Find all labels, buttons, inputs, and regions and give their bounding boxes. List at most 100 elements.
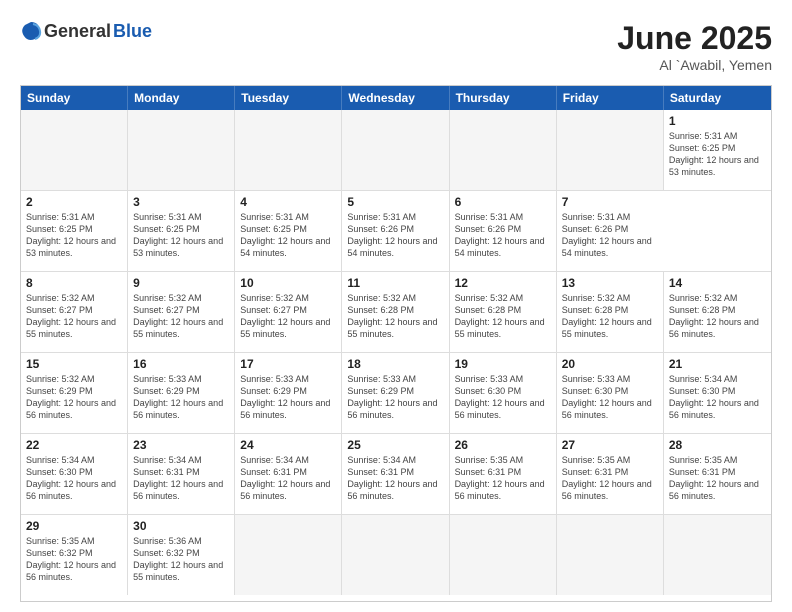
header-saturday: Saturday: [664, 86, 771, 110]
day-number: 23: [133, 438, 229, 452]
day-number: 5: [347, 195, 443, 209]
day-number: 20: [562, 357, 658, 371]
day-number: 15: [26, 357, 122, 371]
day-info: Sunrise: 5:31 AM Sunset: 6:26 PM Dayligh…: [562, 211, 659, 260]
header-sunday: Sunday: [21, 86, 128, 110]
day-info: Sunrise: 5:31 AM Sunset: 6:26 PM Dayligh…: [455, 211, 551, 260]
day-info: Sunrise: 5:34 AM Sunset: 6:31 PM Dayligh…: [133, 454, 229, 503]
day-number: 27: [562, 438, 658, 452]
header-tuesday: Tuesday: [235, 86, 342, 110]
empty-cell-w0-d5: [557, 110, 664, 190]
day-cell-19: 19 Sunrise: 5:33 AM Sunset: 6:30 PM Dayl…: [450, 353, 557, 433]
day-info: Sunrise: 5:34 AM Sunset: 6:31 PM Dayligh…: [240, 454, 336, 503]
day-info: Sunrise: 5:34 AM Sunset: 6:30 PM Dayligh…: [669, 373, 766, 422]
day-cell-16: 16 Sunrise: 5:33 AM Sunset: 6:29 PM Dayl…: [128, 353, 235, 433]
day-number: 25: [347, 438, 443, 452]
day-cell-6: 6 Sunrise: 5:31 AM Sunset: 6:26 PM Dayli…: [450, 191, 557, 271]
empty-cell-w5-d5: [557, 515, 664, 595]
day-info: Sunrise: 5:32 AM Sunset: 6:27 PM Dayligh…: [133, 292, 229, 341]
day-number: 2: [26, 195, 122, 209]
empty-cell-w5-d3: [342, 515, 449, 595]
day-number: 11: [347, 276, 443, 290]
day-cell-28: 28 Sunrise: 5:35 AM Sunset: 6:31 PM Dayl…: [664, 434, 771, 514]
day-number: 26: [455, 438, 551, 452]
day-number: 29: [26, 519, 122, 533]
calendar-body: 1 Sunrise: 5:31 AM Sunset: 6:25 PM Dayli…: [21, 110, 771, 595]
day-number: 1: [669, 114, 766, 128]
day-info: Sunrise: 5:35 AM Sunset: 6:31 PM Dayligh…: [455, 454, 551, 503]
day-cell-3: 3 Sunrise: 5:31 AM Sunset: 6:25 PM Dayli…: [128, 191, 235, 271]
day-info: Sunrise: 5:32 AM Sunset: 6:27 PM Dayligh…: [240, 292, 336, 341]
empty-cell-w5-d2: [235, 515, 342, 595]
empty-cell-w0-d0: [21, 110, 128, 190]
day-number: 12: [455, 276, 551, 290]
day-cell-20: 20 Sunrise: 5:33 AM Sunset: 6:30 PM Dayl…: [557, 353, 664, 433]
week-row-1: 1 Sunrise: 5:31 AM Sunset: 6:25 PM Dayli…: [21, 110, 771, 191]
day-cell-17: 17 Sunrise: 5:33 AM Sunset: 6:29 PM Dayl…: [235, 353, 342, 433]
day-info: Sunrise: 5:35 AM Sunset: 6:32 PM Dayligh…: [26, 535, 122, 584]
day-cell-29: 29 Sunrise: 5:35 AM Sunset: 6:32 PM Dayl…: [21, 515, 128, 595]
day-number: 30: [133, 519, 229, 533]
day-cell-22: 22 Sunrise: 5:34 AM Sunset: 6:30 PM Dayl…: [21, 434, 128, 514]
logo: General Blue: [20, 20, 152, 42]
day-number: 8: [26, 276, 122, 290]
title-month: June 2025: [617, 20, 772, 57]
day-cell-12: 12 Sunrise: 5:32 AM Sunset: 6:28 PM Dayl…: [450, 272, 557, 352]
day-info: Sunrise: 5:31 AM Sunset: 6:25 PM Dayligh…: [669, 130, 766, 179]
header-thursday: Thursday: [450, 86, 557, 110]
day-info: Sunrise: 5:33 AM Sunset: 6:30 PM Dayligh…: [455, 373, 551, 422]
day-info: Sunrise: 5:32 AM Sunset: 6:28 PM Dayligh…: [562, 292, 658, 341]
day-cell-5: 5 Sunrise: 5:31 AM Sunset: 6:26 PM Dayli…: [342, 191, 449, 271]
logo-blue: Blue: [113, 21, 152, 42]
day-number: 7: [562, 195, 659, 209]
empty-cell-w0-d3: [342, 110, 449, 190]
day-info: Sunrise: 5:32 AM Sunset: 6:27 PM Dayligh…: [26, 292, 122, 341]
calendar: Sunday Monday Tuesday Wednesday Thursday…: [20, 85, 772, 602]
day-info: Sunrise: 5:33 AM Sunset: 6:29 PM Dayligh…: [347, 373, 443, 422]
day-cell-25: 25 Sunrise: 5:34 AM Sunset: 6:31 PM Dayl…: [342, 434, 449, 514]
day-cell-15: 15 Sunrise: 5:32 AM Sunset: 6:29 PM Dayl…: [21, 353, 128, 433]
day-number: 28: [669, 438, 766, 452]
day-cell-23: 23 Sunrise: 5:34 AM Sunset: 6:31 PM Dayl…: [128, 434, 235, 514]
day-number: 19: [455, 357, 551, 371]
day-info: Sunrise: 5:31 AM Sunset: 6:25 PM Dayligh…: [133, 211, 229, 260]
empty-cell-w5-d4: [450, 515, 557, 595]
day-number: 22: [26, 438, 122, 452]
day-info: Sunrise: 5:31 AM Sunset: 6:25 PM Dayligh…: [240, 211, 336, 260]
day-number: 17: [240, 357, 336, 371]
day-number: 6: [455, 195, 551, 209]
page: General Blue June 2025 Al `Awabil, Yemen…: [0, 0, 792, 612]
day-info: Sunrise: 5:31 AM Sunset: 6:26 PM Dayligh…: [347, 211, 443, 260]
day-cell-24: 24 Sunrise: 5:34 AM Sunset: 6:31 PM Dayl…: [235, 434, 342, 514]
day-info: Sunrise: 5:35 AM Sunset: 6:31 PM Dayligh…: [562, 454, 658, 503]
day-info: Sunrise: 5:33 AM Sunset: 6:29 PM Dayligh…: [240, 373, 336, 422]
day-cell-21: 21 Sunrise: 5:34 AM Sunset: 6:30 PM Dayl…: [664, 353, 771, 433]
day-info: Sunrise: 5:35 AM Sunset: 6:31 PM Dayligh…: [669, 454, 766, 503]
header-monday: Monday: [128, 86, 235, 110]
day-info: Sunrise: 5:31 AM Sunset: 6:25 PM Dayligh…: [26, 211, 122, 260]
day-cell-26: 26 Sunrise: 5:35 AM Sunset: 6:31 PM Dayl…: [450, 434, 557, 514]
title-location: Al `Awabil, Yemen: [617, 57, 772, 73]
day-number: 14: [669, 276, 766, 290]
empty-cell-w0-d1: [128, 110, 235, 190]
day-info: Sunrise: 5:34 AM Sunset: 6:31 PM Dayligh…: [347, 454, 443, 503]
day-number: 13: [562, 276, 658, 290]
day-cell-4: 4 Sunrise: 5:31 AM Sunset: 6:25 PM Dayli…: [235, 191, 342, 271]
week-row-2: 2 Sunrise: 5:31 AM Sunset: 6:25 PM Dayli…: [21, 191, 771, 272]
day-number: 10: [240, 276, 336, 290]
day-number: 9: [133, 276, 229, 290]
day-cell-14: 14 Sunrise: 5:32 AM Sunset: 6:28 PM Dayl…: [664, 272, 771, 352]
day-cell-8: 8 Sunrise: 5:32 AM Sunset: 6:27 PM Dayli…: [21, 272, 128, 352]
header-wednesday: Wednesday: [342, 86, 449, 110]
calendar-header: Sunday Monday Tuesday Wednesday Thursday…: [21, 86, 771, 110]
header: General Blue June 2025 Al `Awabil, Yemen: [20, 20, 772, 73]
day-info: Sunrise: 5:32 AM Sunset: 6:28 PM Dayligh…: [347, 292, 443, 341]
day-info: Sunrise: 5:33 AM Sunset: 6:30 PM Dayligh…: [562, 373, 658, 422]
day-cell-27: 27 Sunrise: 5:35 AM Sunset: 6:31 PM Dayl…: [557, 434, 664, 514]
day-cell-10: 10 Sunrise: 5:32 AM Sunset: 6:27 PM Dayl…: [235, 272, 342, 352]
day-info: Sunrise: 5:32 AM Sunset: 6:28 PM Dayligh…: [669, 292, 766, 341]
week-row-5: 22 Sunrise: 5:34 AM Sunset: 6:30 PM Dayl…: [21, 434, 771, 515]
day-cell-13: 13 Sunrise: 5:32 AM Sunset: 6:28 PM Dayl…: [557, 272, 664, 352]
title-block: June 2025 Al `Awabil, Yemen: [617, 20, 772, 73]
day-number: 21: [669, 357, 766, 371]
